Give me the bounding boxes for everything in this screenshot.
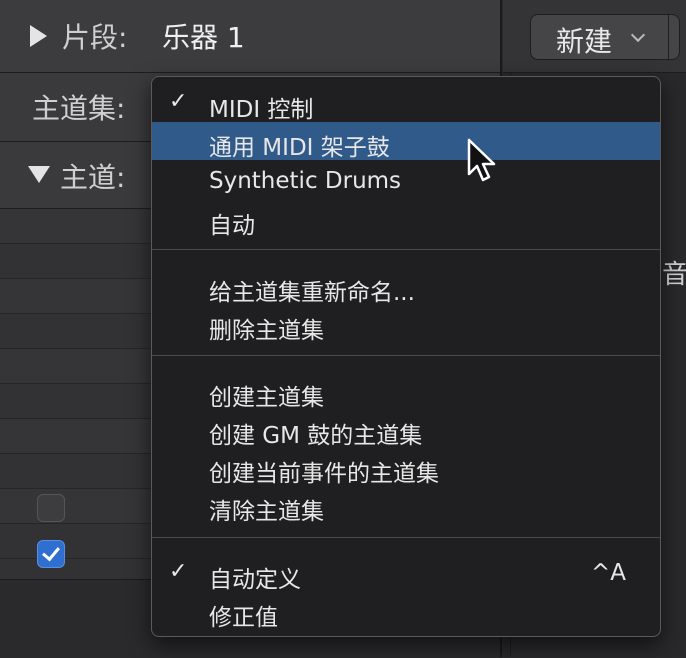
region-label: 片段: — [62, 21, 128, 54]
lane-label: 主道: — [60, 161, 126, 194]
lane-checkbox-unchecked[interactable] — [37, 494, 65, 522]
menu-item-label: 创建 GM 鼓的主道集 — [209, 423, 423, 449]
menu-item-clear-set[interactable]: 清除主道集 — [152, 486, 660, 525]
menu-item-rename-set[interactable]: 给主道集重新命名... — [152, 267, 660, 306]
menu-item-modify-value[interactable]: 修正值 — [152, 592, 660, 631]
menu-item-label: 自动定义 — [209, 567, 301, 593]
checkmark-icon: ✓ — [169, 559, 188, 584]
menu-item-synthetic-drums[interactable]: Synthetic Drums — [152, 162, 660, 200]
region-name: 乐器 1 — [162, 21, 245, 54]
mouse-cursor-icon — [467, 138, 496, 182]
disclosure-right-icon[interactable] — [30, 25, 47, 47]
table-row[interactable] — [0, 419, 152, 454]
menu-item-create-gm-set[interactable]: 创建 GM 鼓的主道集 — [152, 410, 660, 449]
button-divider — [668, 14, 669, 60]
menu-item-label: Synthetic Drums — [209, 168, 402, 194]
menu-item-label: 自动 — [209, 213, 255, 239]
new-button-label: 新建 — [556, 25, 613, 58]
menu-item-label: 创建当前事件的主道集 — [209, 461, 439, 487]
menu-item-label: 修正值 — [209, 605, 278, 631]
lane-set-label: 主道集: — [32, 92, 126, 125]
menu-separator — [152, 249, 660, 250]
menu-separator — [152, 355, 660, 356]
column-header-partial: 音 — [662, 260, 686, 290]
table-row[interactable] — [0, 209, 152, 244]
menu-item-create-current-events-set[interactable]: 创建当前事件的主道集 — [152, 448, 660, 487]
table-row[interactable] — [0, 384, 152, 419]
menu-item-auto-define[interactable]: ✓ 自动定义 ^A — [152, 554, 660, 593]
menu-item-label: 清除主道集 — [209, 499, 324, 525]
table-row[interactable] — [0, 279, 152, 314]
checkmark-icon: ✓ — [169, 89, 188, 114]
lane-checkbox-checked[interactable] — [37, 540, 65, 568]
menu-item-gm-drum-kit[interactable]: 通用 MIDI 架子鼓 — [152, 122, 660, 161]
menu-item-label: 给主道集重新命名... — [209, 280, 415, 306]
menu-item-auto[interactable]: 自动 — [152, 200, 660, 239]
menu-separator — [152, 537, 660, 538]
menu-item-label: 通用 MIDI 架子鼓 — [209, 135, 390, 161]
menu-item-label: 删除主道集 — [209, 318, 324, 344]
menu-item-delete-set[interactable]: 删除主道集 — [152, 305, 660, 344]
menu-item-create-set[interactable]: 创建主道集 — [152, 372, 660, 411]
table-row[interactable] — [0, 454, 152, 489]
table-row[interactable] — [0, 349, 152, 384]
table-row[interactable] — [0, 314, 152, 349]
shortcut-label: ^A — [590, 560, 626, 586]
menu-item-midi-control[interactable]: ✓ MIDI 控制 — [152, 84, 660, 123]
menu-item-label: 创建主道集 — [209, 385, 324, 411]
disclosure-down-icon[interactable] — [28, 166, 50, 183]
menu-item-label: MIDI 控制 — [209, 97, 314, 123]
table-row[interactable] — [0, 489, 152, 524]
table-row[interactable] — [0, 244, 152, 279]
table-row[interactable] — [0, 524, 152, 559]
